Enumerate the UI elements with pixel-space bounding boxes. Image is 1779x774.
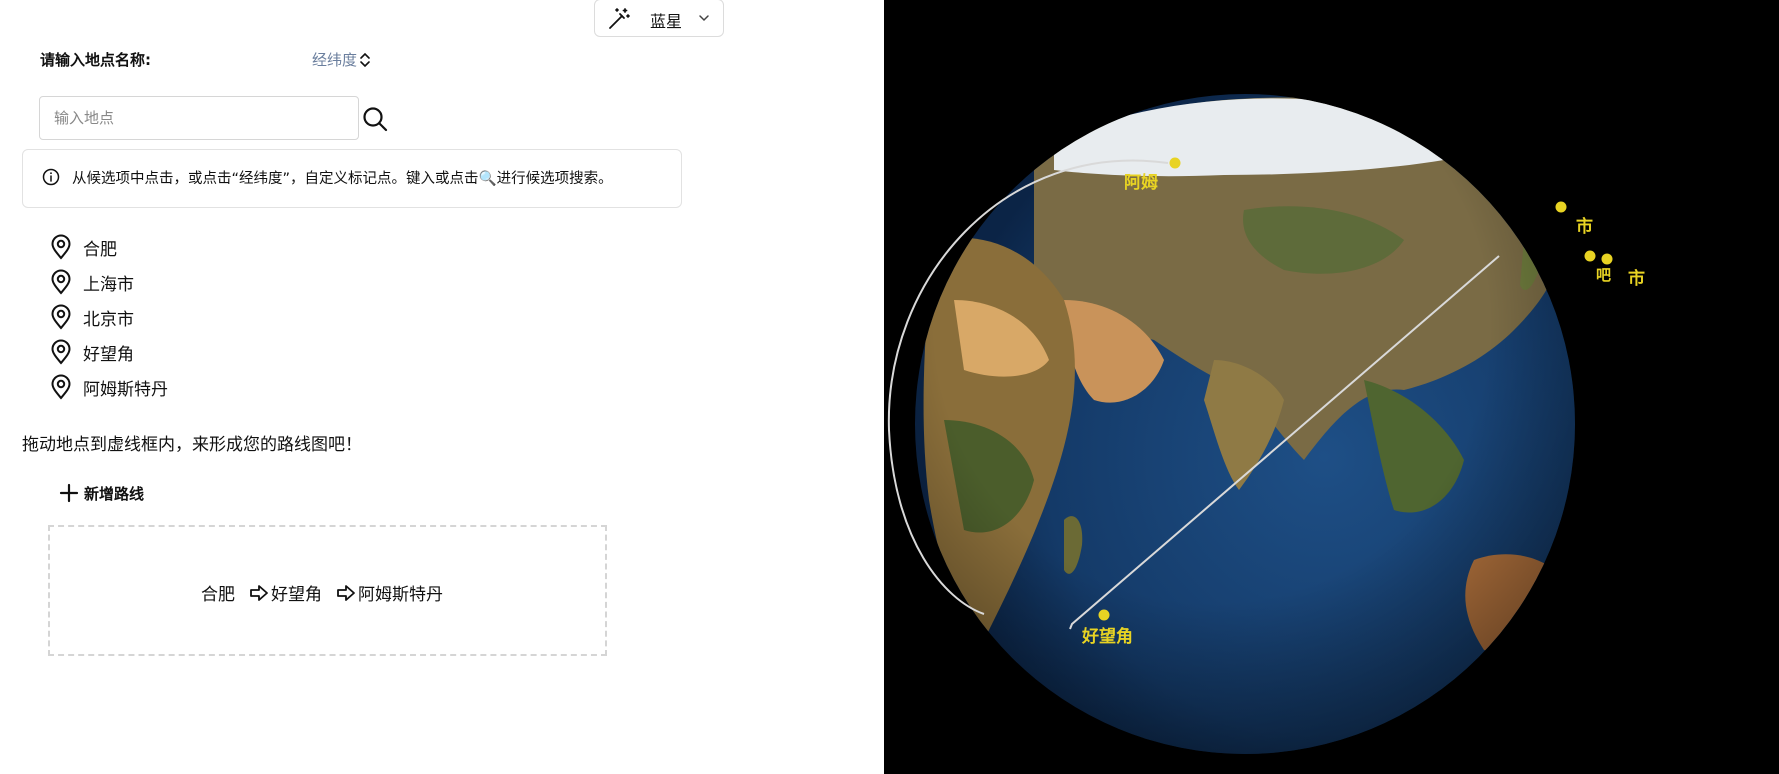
left-panel: 蓝星 请输入地点名称: 经纬度 从候选项中点击，或点击“经纬度”，自定义标记点。…: [0, 0, 884, 774]
globe-label: 好望角: [1081, 626, 1133, 647]
info-box: 从候选项中点击，或点击“经纬度”，自定义标记点。键入或点击🔍进行候选项搜索。: [22, 149, 682, 208]
marker-shanghai[interactable]: [1601, 253, 1613, 265]
place-name-label: 请输入地点名称:: [40, 51, 151, 69]
drag-hint: 拖动地点到虚线框内，来形成您的路线图吧！: [22, 435, 362, 455]
globe-svg[interactable]: 阿姆 市 吧 市 好望角: [884, 0, 1779, 774]
route-stop[interactable]: 阿姆斯特丹: [358, 580, 443, 605]
place-item-label: 阿姆斯特丹: [83, 379, 168, 400]
info-text: 从候选项中点击，或点击“经纬度”，自定义标记点。键入或点击🔍进行候选项搜索。: [72, 171, 613, 187]
coord-toggle-label: 经纬度: [312, 51, 358, 69]
marker-hefei[interactable]: [1584, 250, 1596, 262]
add-route-button[interactable]: 新增路线: [58, 482, 144, 504]
place-item-shanghai[interactable]: 上海市: [48, 267, 248, 297]
route-drop-zone[interactable]: 合肥 好望角 阿姆斯特丹: [48, 525, 607, 656]
globe-label: 吧: [1596, 266, 1611, 284]
place-item-amsterdam[interactable]: 阿姆斯特丹: [48, 372, 248, 402]
coord-toggle[interactable]: 经纬度: [312, 49, 371, 70]
globe-label: 市: [1576, 216, 1593, 237]
magic-wand-icon: [609, 8, 630, 29]
place-item-label: 合肥: [83, 239, 117, 260]
arrow-right-icon: [336, 583, 356, 603]
plus-icon: [59, 483, 79, 503]
theme-select-value: 蓝星: [650, 12, 683, 31]
place-item-label: 好望角: [83, 344, 134, 365]
globe-label: 市: [1628, 268, 1645, 289]
place-item-label: 北京市: [83, 309, 134, 330]
globe-label: 阿姆: [1124, 172, 1158, 193]
theme-select[interactable]: 蓝星: [594, 0, 724, 37]
chevron-down-icon: [699, 15, 709, 22]
search-icon[interactable]: [361, 105, 389, 133]
map-pin-icon: [51, 234, 71, 260]
marker-beijing[interactable]: [1555, 201, 1567, 213]
add-route-label: 新增路线: [84, 484, 145, 503]
route-stop[interactable]: 合肥: [201, 580, 235, 605]
place-item-cape-of-good-hope[interactable]: 好望角: [48, 337, 248, 367]
sort-icon: [360, 52, 370, 67]
map-pin-icon: [51, 304, 71, 330]
arrow-right-icon: [249, 583, 269, 603]
map-pin-icon: [51, 339, 71, 365]
map-pin-icon: [51, 374, 71, 400]
search-row: [22, 88, 407, 145]
place-item-hefei[interactable]: 合肥: [48, 232, 248, 262]
route-stops: 合肥 好望角 阿姆斯特丹: [201, 580, 443, 605]
marker-cape[interactable]: [1098, 609, 1110, 621]
globe-view[interactable]: 阿姆 市 吧 市 好望角: [884, 0, 1779, 774]
search-input[interactable]: [39, 96, 359, 140]
place-item-beijing[interactable]: 北京市: [48, 302, 248, 332]
marker-amsterdam[interactable]: [1169, 157, 1181, 169]
place-item-label: 上海市: [83, 274, 134, 295]
map-pin-icon: [51, 269, 71, 295]
info-icon: [42, 168, 60, 186]
route-stop[interactable]: 好望角: [271, 580, 322, 605]
